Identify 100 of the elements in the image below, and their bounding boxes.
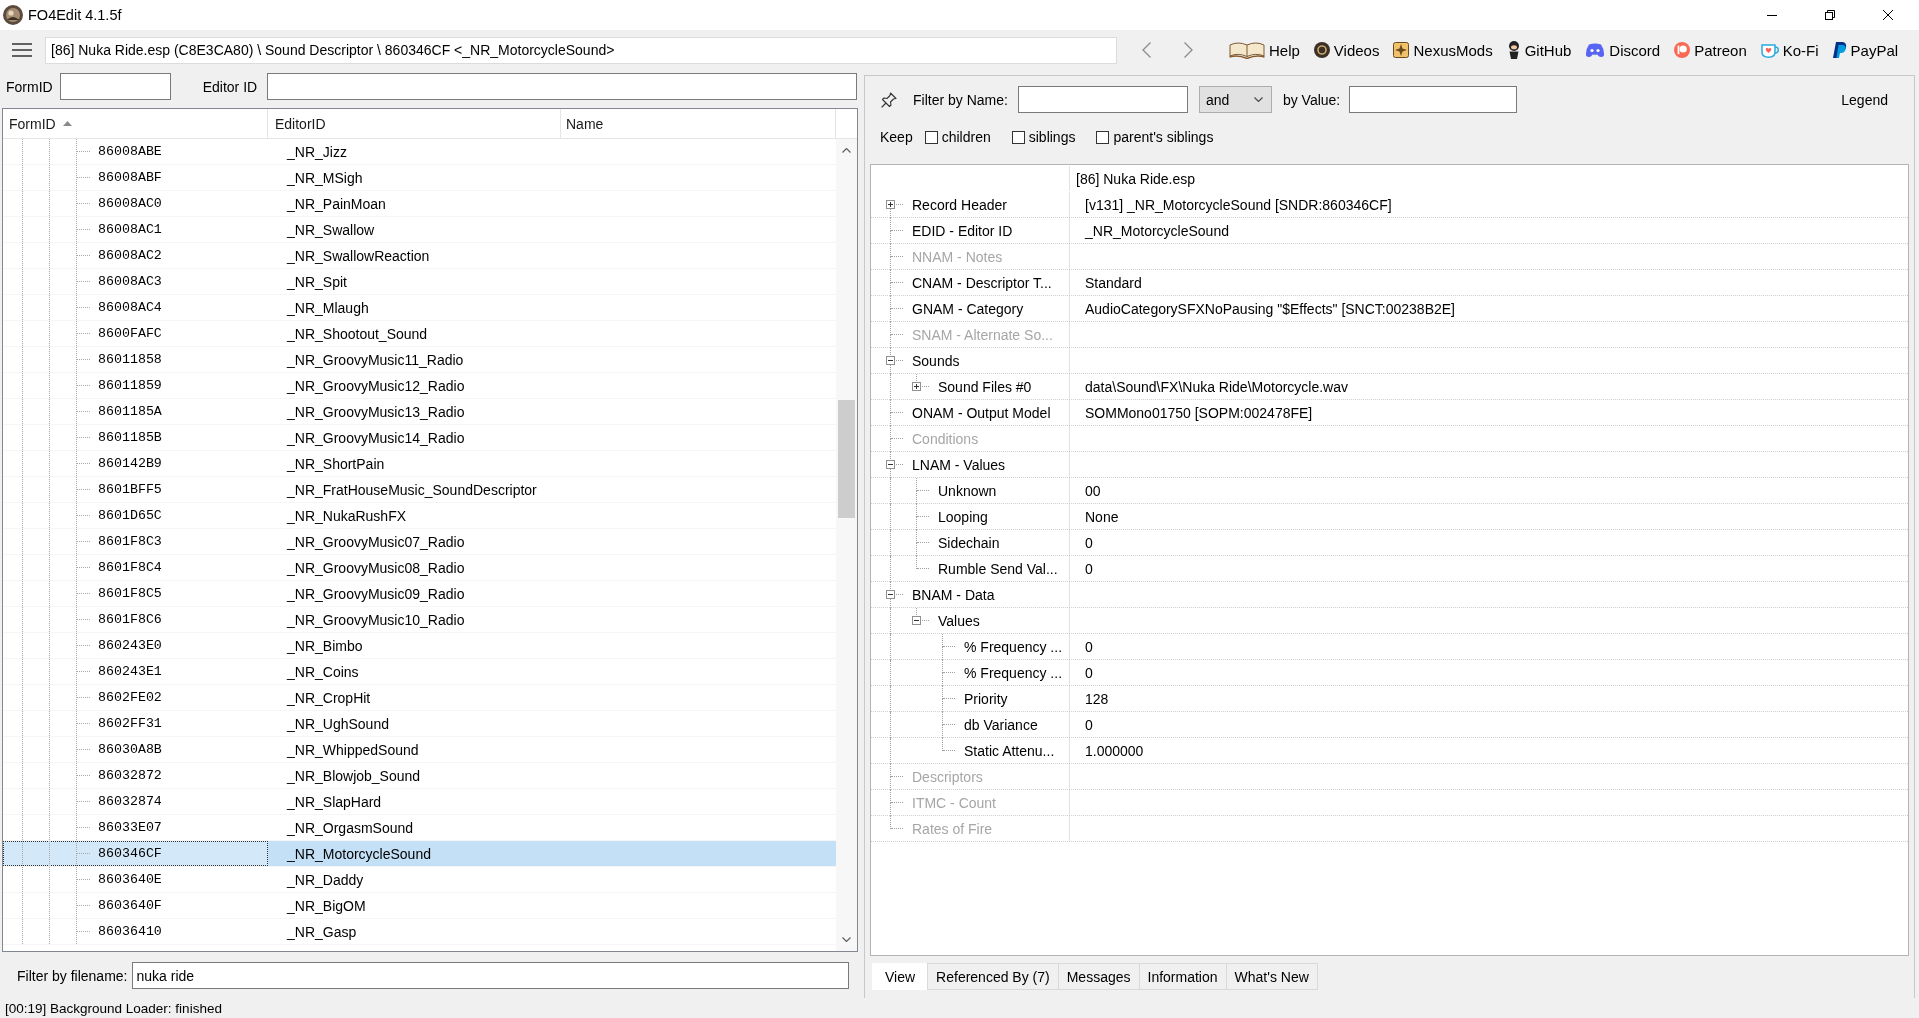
- checkbox[interactable]: [1096, 130, 1110, 144]
- list-row[interactable]: 8602FF31 _NR_UghSound: [3, 711, 836, 737]
- checkbox[interactable]: [924, 130, 938, 144]
- toolbar-link[interactable]: Patreon: [1674, 36, 1747, 64]
- editor-id-text: _NR_SwallowReaction: [287, 247, 430, 264]
- toolbar-link[interactable]: GitHub: [1506, 36, 1572, 64]
- form-id-field[interactable]: [59, 73, 171, 100]
- field-value: Standard: [1085, 274, 1142, 291]
- checkbox[interactable]: [1011, 130, 1025, 144]
- restore-icon: [1825, 10, 1835, 20]
- list-row[interactable]: 86008AC1 _NR_Swallow: [3, 217, 836, 243]
- toolbar-link[interactable]: PayPal: [1832, 36, 1899, 64]
- editor-id-text: _NR_BigOM: [287, 897, 366, 914]
- list-row[interactable]: 8603640F _NR_BigOM: [3, 893, 836, 919]
- form-id-text: 8600FAFC: [98, 326, 162, 341]
- form-id-text: 86008ABF: [98, 170, 162, 185]
- form-id-text: 86030A8B: [98, 742, 162, 757]
- scroll-down-icon[interactable]: [842, 937, 851, 942]
- checkbox-label: parent's siblings: [1113, 129, 1214, 145]
- list-row[interactable]: 86030A8B _NR_WhippedSound: [3, 737, 836, 763]
- list-row[interactable]: 8601BFF5 _NR_FratHouseMusic_SoundDescriptor: [3, 477, 836, 503]
- toolbar-link[interactable]: Help: [1229, 36, 1300, 64]
- filename-filter-field[interactable]: nuka ride: [132, 962, 850, 989]
- field-value: 1.000000: [1085, 742, 1144, 759]
- name-filter-field[interactable]: [1017, 86, 1188, 113]
- editor-id-text: _NR_Mlaugh: [287, 299, 369, 316]
- list-row[interactable]: 86032874 _NR_SlapHard: [3, 789, 836, 815]
- list-row[interactable]: 86008AC3 _NR_Spit: [3, 269, 836, 295]
- toolbar-link[interactable]: Videos: [1313, 36, 1380, 64]
- field-name: % Frequency ...: [964, 664, 1063, 681]
- editor-id-text: _NR_ShortPain: [287, 455, 385, 472]
- editor-id-text: _NR_Swallow: [287, 221, 375, 238]
- list-row[interactable]: 860142B9 _NR_ShortPain: [3, 451, 836, 477]
- field-name: Descriptors: [912, 768, 983, 785]
- list-row[interactable]: 86036410 _NR_Gasp: [3, 919, 836, 945]
- list-row[interactable]: 86008AC0 _NR_PainMoan: [3, 191, 836, 217]
- editor-id-field[interactable]: [267, 73, 858, 100]
- list-row[interactable]: 86032872 _NR_Blowjob_Sound: [3, 763, 836, 789]
- operator-dropdown[interactable]: and: [1198, 86, 1272, 113]
- expand-icon[interactable]: [886, 200, 895, 209]
- chevron-left-icon: [1141, 42, 1151, 58]
- pin-icon[interactable]: [881, 91, 897, 108]
- form-id-text: 8601D65C: [98, 508, 162, 523]
- toolbar-link[interactable]: NexusMods: [1393, 36, 1493, 64]
- list-row[interactable]: 8601F8C3 _NR_GroovyMusic07_Radio: [3, 529, 836, 555]
- list-row[interactable]: 8600FAFC _NR_Shootout_Sound: [3, 321, 836, 347]
- toolbar-link[interactable]: Discord: [1585, 36, 1661, 64]
- list-row[interactable]: 86008AC2 _NR_SwallowReaction: [3, 243, 836, 269]
- list-row[interactable]: 860243E0 _NR_Bimbo: [3, 633, 836, 659]
- field-name: Static Attenu...: [964, 742, 1055, 759]
- collapse-icon[interactable]: [886, 460, 895, 469]
- list-row[interactable]: 8601F8C6 _NR_GroovyMusic10_Radio: [3, 607, 836, 633]
- field-name: Priority: [964, 690, 1008, 707]
- list-row[interactable]: 8601185B _NR_GroovyMusic14_Radio: [3, 425, 836, 451]
- disc-icon: [1313, 42, 1330, 58]
- scroll-up-icon[interactable]: [842, 148, 851, 153]
- column-header[interactable]: EditorID: [268, 109, 561, 138]
- column-header[interactable]: Name: [561, 109, 836, 138]
- controller-icon: [1585, 42, 1606, 58]
- collapse-icon[interactable]: [886, 590, 895, 599]
- field-name: Conditions: [912, 430, 979, 447]
- scrollbar-thumb[interactable]: [838, 400, 855, 518]
- field-value: 0: [1085, 638, 1093, 655]
- list-row[interactable]: 86008ABE _NR_Jizz: [3, 139, 836, 165]
- legend-button[interactable]: Legend: [1841, 91, 1888, 108]
- tab[interactable]: Messages: [1057, 963, 1140, 990]
- list-row[interactable]: 8603640E _NR_Daddy: [3, 867, 836, 893]
- collapse-icon[interactable]: [912, 616, 921, 625]
- form-id-text: 8601F8C3: [98, 534, 162, 549]
- list-row[interactable]: 8601D65C _NR_NukaRushFX: [3, 503, 836, 529]
- list-row[interactable]: 860243E1 _NR_Coins: [3, 659, 836, 685]
- collapse-icon[interactable]: [886, 356, 895, 365]
- list-row[interactable]: 86008AC4 _NR_Mlaugh: [3, 295, 836, 321]
- value-filter-field[interactable]: [1349, 86, 1518, 113]
- toolbar-link[interactable]: Ko-Fi: [1760, 36, 1819, 64]
- list-row[interactable]: 8602FE02 _NR_CropHit: [3, 685, 836, 711]
- list-row[interactable]: 86011859 _NR_GroovyMusic12_Radio: [3, 373, 836, 399]
- form-id-text: 86008AC4: [98, 300, 162, 315]
- tab[interactable]: What's New: [1225, 963, 1318, 990]
- field-name: ONAM - Output Model: [912, 404, 1051, 421]
- tab[interactable]: Information: [1138, 963, 1227, 990]
- chevron-right-icon: [1183, 42, 1193, 58]
- list-row[interactable]: 860346CF _NR_MotorcycleSound: [3, 841, 836, 867]
- tab[interactable]: View: [872, 963, 929, 990]
- list-row[interactable]: 8601F8C5 _NR_GroovyMusic09_Radio: [3, 581, 836, 607]
- field-value: _NR_MotorcycleSound: [1085, 222, 1229, 239]
- editor-id-text: _NR_Shootout_Sound: [287, 325, 428, 342]
- column-header[interactable]: FormID: [3, 109, 268, 138]
- list-row[interactable]: 86011858 _NR_GroovyMusic11_Radio: [3, 347, 836, 373]
- list-row[interactable]: 8601185A _NR_GroovyMusic13_Radio: [3, 399, 836, 425]
- name-filter-label: Filter by Name:: [913, 91, 1008, 108]
- expand-icon[interactable]: [912, 382, 921, 391]
- field-value: 0: [1085, 560, 1093, 577]
- scrollbar[interactable]: [836, 139, 857, 951]
- editor-id-text: _NR_Bimbo: [287, 637, 363, 654]
- tab[interactable]: Referenced By (7): [927, 963, 1059, 990]
- field-name: Rumble Send Val...: [938, 560, 1058, 577]
- list-row[interactable]: 8601F8C4 _NR_GroovyMusic08_Radio: [3, 555, 836, 581]
- list-row[interactable]: 86008ABF _NR_MSigh: [3, 165, 836, 191]
- path-field[interactable]: [86] Nuka Ride.esp (C8E3CA80) \ Sound Descriptor \ 860346CF <_NR_MotorcycleSound>: [45, 36, 1117, 64]
